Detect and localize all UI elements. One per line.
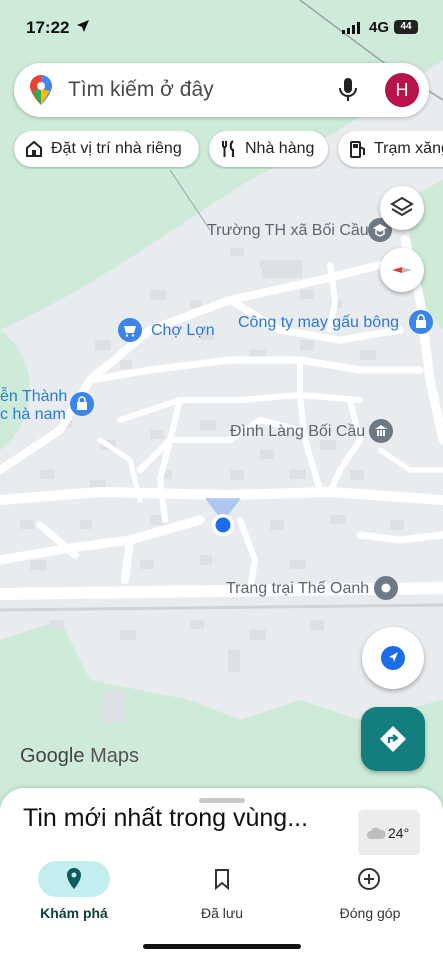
map-label-market[interactable]: Chợ Lợn (151, 322, 215, 340)
directions-icon (380, 726, 406, 752)
bookmark-icon (215, 869, 229, 890)
avatar[interactable]: H (385, 73, 419, 107)
search-input[interactable]: Tìm kiếm ở đây (68, 78, 214, 102)
category-chips: Đặt vị trí nhà riêng Nhà hàng Trạm xăng (0, 131, 443, 169)
layers-icon (390, 196, 414, 217)
my-location-button[interactable] (362, 627, 424, 689)
chip-label: Đặt vị trí nhà riêng (51, 140, 182, 157)
maps-wordmark: Maps (90, 745, 139, 767)
weather-badge[interactable]: 24° (358, 810, 420, 856)
layers-button[interactable] (380, 186, 424, 230)
status-bar: 17:22 4G 44 (0, 0, 443, 56)
nav-explore[interactable]: Khám phá (0, 855, 148, 935)
chip-gas-station[interactable]: Trạm xăng (338, 131, 443, 167)
navigation-arrow-icon (381, 646, 405, 670)
google-wordmark: Google (20, 745, 85, 767)
shopping-bag-poi-icon[interactable] (409, 310, 433, 334)
map-label-left-bottom[interactable]: c hà nam (0, 406, 66, 424)
compass-needle-icon (392, 267, 412, 273)
news-title[interactable]: Tin mới nhất trong vùng... (23, 802, 323, 834)
chip-restaurants[interactable]: Nhà hàng (209, 131, 328, 167)
directions-button[interactable] (361, 707, 425, 771)
chip-set-home[interactable]: Đặt vị trí nhà riêng (14, 131, 199, 167)
location-arrow-icon (77, 20, 89, 32)
nav-saved[interactable]: Đã lưu (148, 855, 296, 935)
chip-label: Trạm xăng (374, 140, 443, 157)
battery-icon: 44 (394, 20, 418, 34)
signal-strength-icon (342, 22, 360, 34)
nav-label: Đã lưu (200, 905, 244, 921)
nav-contribute[interactable]: Đóng góp (296, 855, 443, 935)
search-bar[interactable]: Tìm kiếm ở đây H (14, 63, 429, 117)
clock: 17:22 (26, 18, 70, 37)
add-circle-icon (358, 868, 380, 890)
google-maps-pin-icon (30, 75, 52, 105)
map-label-school[interactable]: Trường TH xã Bối Cầu (207, 222, 369, 240)
shopping-bag-poi-icon[interactable] (70, 392, 94, 416)
fork-knife-icon (222, 140, 235, 157)
market-poi-icon[interactable] (118, 318, 142, 342)
google-maps-logo: Google Maps (20, 745, 139, 768)
nav-label: Đóng góp (339, 905, 401, 921)
temple-poi-icon[interactable] (369, 419, 393, 443)
map-label-temple[interactable]: Đình Làng Bối Cầu (230, 423, 365, 441)
gas-station-icon (350, 141, 365, 158)
map-label-left-top[interactable]: ễn Thành (0, 388, 67, 406)
compass-button[interactable] (380, 248, 424, 292)
chip-label: Nhà hàng (245, 140, 315, 157)
place-poi-icon[interactable] (374, 576, 398, 600)
home-icon (26, 140, 42, 157)
home-indicator[interactable] (143, 944, 301, 949)
map-label-farm[interactable]: Trang trại Thế Oanh (226, 580, 369, 598)
map-label-company[interactable]: Công ty may gấu bông (238, 314, 399, 332)
microphone-icon[interactable] (338, 77, 358, 103)
network-type: 4G (369, 19, 390, 36)
nav-label: Khám phá (40, 905, 108, 921)
explore-pin-icon (67, 868, 81, 889)
temperature: 24° (388, 825, 410, 841)
cloud-icon (367, 827, 386, 839)
